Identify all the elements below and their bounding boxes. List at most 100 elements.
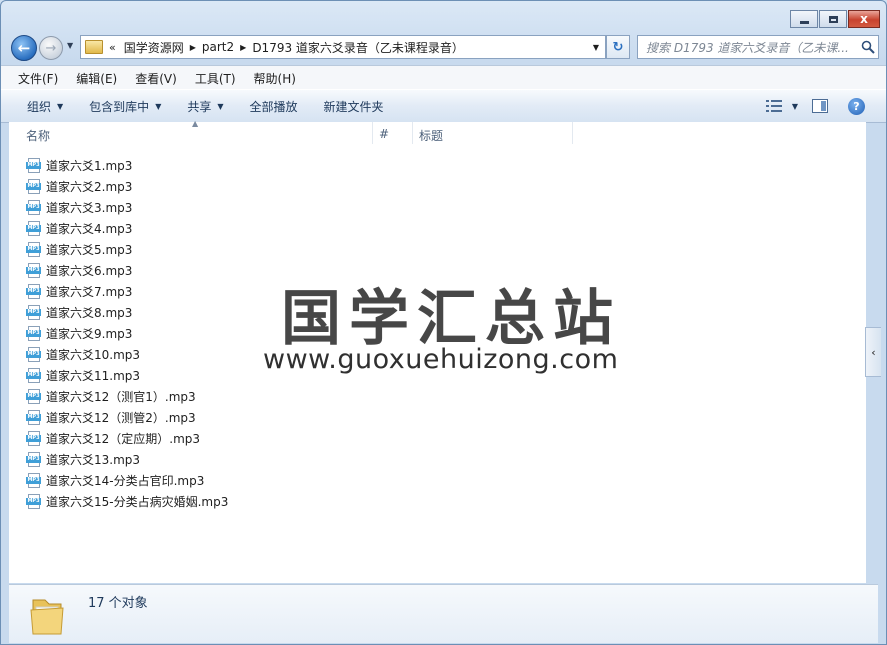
breadcrumb-item[interactable]: part2 <box>196 40 240 54</box>
mp3-file-icon: MP3 <box>26 305 42 320</box>
chevron-down-icon: ▼ <box>57 101 64 111</box>
change-view-button[interactable]: ▼ <box>765 100 798 112</box>
menu-bar: 文件(F) 编辑(E) 查看(V) 工具(T) 帮助(H) <box>1 65 886 90</box>
file-name: 道家六爻3.mp3 <box>46 201 133 215</box>
play-all-button[interactable]: 全部播放 <box>237 98 311 115</box>
file-name: 道家六爻8.mp3 <box>46 306 133 320</box>
search-input[interactable]: 搜索 D1793 道家六爻录音（乙未课... <box>638 39 858 56</box>
search-icon[interactable] <box>858 40 878 54</box>
file-name: 道家六爻12（测管2）.mp3 <box>46 411 196 425</box>
menu-help[interactable]: 帮助(H) <box>244 70 304 87</box>
maximize-button[interactable] <box>819 10 847 28</box>
column-header-name[interactable]: 名称 <box>26 127 50 144</box>
minimize-button[interactable] <box>790 10 818 28</box>
folder-icon <box>30 599 64 635</box>
menu-tools[interactable]: 工具(T) <box>185 70 244 87</box>
list-item[interactable]: MP3 道家六爻5.mp3 <box>26 239 132 260</box>
file-list-pane: ▲ 名称 # 标题 MP3 道家六爻1.mp3 MP3 道家六爻2.mp3 MP3 道家六… <box>9 119 866 583</box>
list-item[interactable]: MP3 道家六爻1.mp3 <box>26 155 132 176</box>
column-divider[interactable] <box>412 122 413 144</box>
column-header-number[interactable]: # <box>379 127 389 141</box>
list-item[interactable]: MP3 道家六爻3.mp3 <box>26 197 132 218</box>
details-pane: 17 个对象 <box>9 584 878 643</box>
mp3-file-icon: MP3 <box>26 221 42 236</box>
mp3-file-icon: MP3 <box>26 389 42 404</box>
list-item[interactable]: MP3 道家六爻15-分类占病灾婚姻.mp3 <box>26 491 228 512</box>
mp3-file-icon: MP3 <box>26 179 42 194</box>
chevron-left-icon: ‹ <box>871 345 876 359</box>
address-row: ← → ▼ « 国学资源网 ▶ part2 ▶ D1793 道家六爻录音（乙未课… <box>1 33 886 61</box>
file-name: 道家六爻2.mp3 <box>46 180 133 194</box>
file-name: 道家六爻12（定应期）.mp3 <box>46 432 201 446</box>
chevron-down-icon: ▼ <box>217 101 224 111</box>
file-name: 道家六爻15-分类占病灾婚姻.mp3 <box>46 495 229 509</box>
column-header-title[interactable]: 标题 <box>419 127 443 144</box>
maximize-icon <box>828 15 838 23</box>
file-name: 道家六爻13.mp3 <box>46 453 141 467</box>
forward-arrow-icon: → <box>45 40 57 56</box>
new-folder-button[interactable]: 新建文件夹 <box>311 98 397 115</box>
mp3-file-icon: MP3 <box>26 158 42 173</box>
item-count: 17 个对象 <box>88 596 148 611</box>
include-in-library-button[interactable]: 包含到库中 ▼ <box>76 98 174 115</box>
breadcrumb-overflow[interactable]: « <box>103 41 118 54</box>
list-item[interactable]: MP3 道家六爻10.mp3 <box>26 344 140 365</box>
list-item[interactable]: MP3 道家六爻4.mp3 <box>26 218 132 239</box>
organize-label: 组织 <box>27 99 52 114</box>
list-item[interactable]: MP3 道家六爻9.mp3 <box>26 323 132 344</box>
mp3-file-icon: MP3 <box>26 368 42 383</box>
mp3-file-icon: MP3 <box>26 326 42 341</box>
address-dropdown-icon[interactable]: ▼ <box>587 43 605 52</box>
close-button[interactable]: x <box>848 10 880 28</box>
mp3-file-icon: MP3 <box>26 494 42 509</box>
mp3-file-icon: MP3 <box>26 200 42 215</box>
menu-view[interactable]: 查看(V) <box>125 70 185 87</box>
watermark-url: www.guoxuehuizong.com <box>263 344 619 375</box>
list-item[interactable]: MP3 道家六爻2.mp3 <box>26 176 132 197</box>
list-item[interactable]: MP3 道家六爻8.mp3 <box>26 302 132 323</box>
address-bar[interactable]: « 国学资源网 ▶ part2 ▶ D1793 道家六爻录音（乙未课程录音） ▼ <box>80 35 606 59</box>
chevron-down-icon: ▼ <box>791 101 798 111</box>
recent-pages-dropdown[interactable]: ▼ <box>67 41 73 50</box>
command-bar: 组织 ▼ 包含到库中 ▼ 共享 ▼ 全部播放 新建文件夹 ▼ ? <box>1 89 886 123</box>
minimize-icon <box>799 20 809 24</box>
file-name: 道家六爻1.mp3 <box>46 159 133 173</box>
breadcrumb-item[interactable]: 国学资源网 <box>118 39 190 56</box>
mp3-file-icon: MP3 <box>26 452 42 467</box>
column-divider[interactable] <box>372 122 373 144</box>
list-item[interactable]: MP3 道家六爻7.mp3 <box>26 281 132 302</box>
help-icon[interactable]: ? <box>848 97 865 115</box>
search-box[interactable]: 搜索 D1793 道家六爻录音（乙未课... <box>637 35 879 59</box>
list-item[interactable]: MP3 道家六爻12（测官1）.mp3 <box>26 386 196 407</box>
list-item[interactable]: MP3 道家六爻14-分类占官印.mp3 <box>26 470 204 491</box>
list-item[interactable]: MP3 道家六爻12（测管2）.mp3 <box>26 407 196 428</box>
mp3-file-icon: MP3 <box>26 284 42 299</box>
column-divider[interactable] <box>572 122 573 144</box>
mp3-file-icon: MP3 <box>26 473 42 488</box>
mp3-file-icon: MP3 <box>26 242 42 257</box>
menu-edit[interactable]: 编辑(E) <box>66 70 125 87</box>
command-bar-right: ▼ ? <box>765 90 886 122</box>
back-button[interactable]: ← <box>11 35 37 61</box>
file-name: 道家六爻12（测官1）.mp3 <box>46 390 196 404</box>
refresh-button[interactable]: ↻ <box>606 35 630 59</box>
file-name: 道家六爻5.mp3 <box>46 243 133 257</box>
organize-button[interactable]: 组织 ▼ <box>1 98 76 115</box>
list-item[interactable]: MP3 道家六爻6.mp3 <box>26 260 132 281</box>
mp3-file-icon: MP3 <box>26 347 42 362</box>
forward-button[interactable]: → <box>39 36 63 60</box>
list-item[interactable]: MP3 道家六爻13.mp3 <box>26 449 140 470</box>
view-list-icon <box>765 100 782 112</box>
breadcrumb-item[interactable]: D1793 道家六爻录音（乙未课程录音） <box>246 39 470 56</box>
file-name: 道家六爻9.mp3 <box>46 327 133 341</box>
file-name: 道家六爻7.mp3 <box>46 285 133 299</box>
side-pane-toggle[interactable]: ‹ <box>865 327 881 377</box>
list-item[interactable]: MP3 道家六爻12（定应期）.mp3 <box>26 428 200 449</box>
menu-file[interactable]: 文件(F) <box>1 70 66 87</box>
share-button[interactable]: 共享 ▼ <box>174 98 236 115</box>
preview-pane-icon[interactable] <box>812 99 828 113</box>
title-buttons: x <box>790 10 880 28</box>
mp3-file-icon: MP3 <box>26 410 42 425</box>
list-item[interactable]: MP3 道家六爻11.mp3 <box>26 365 140 386</box>
share-label: 共享 <box>187 99 212 114</box>
